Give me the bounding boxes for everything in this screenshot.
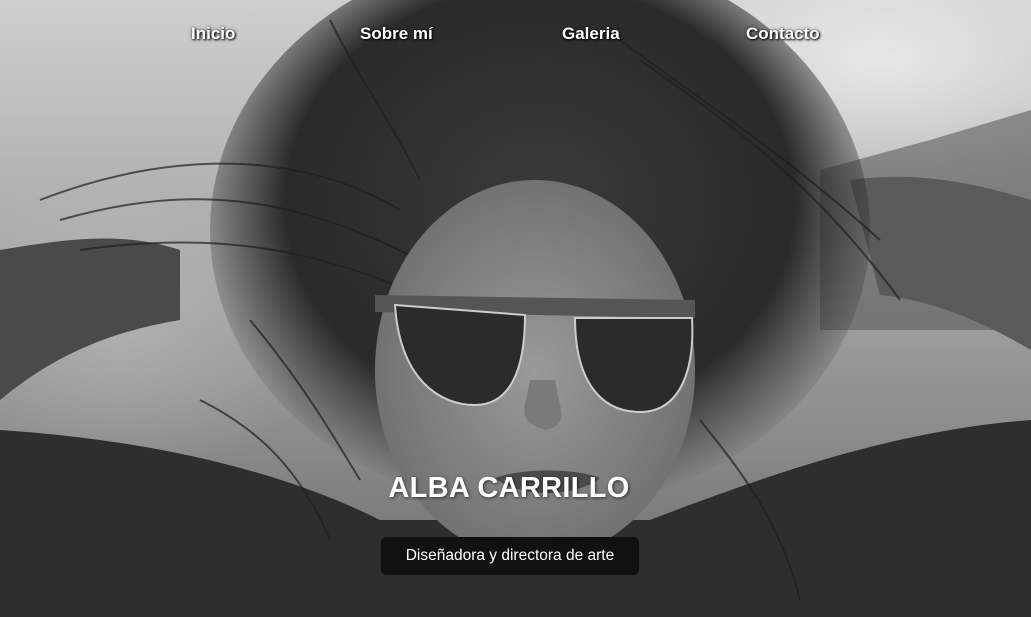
main-navigation: Inicio Sobre mí Galeria Contacto (0, 24, 1031, 52)
hero-title: ALBA CARRILLO (388, 472, 630, 504)
hero-background-photo (0, 0, 1031, 617)
hero-section: Inicio Sobre mí Galeria Contacto ALBA CA… (0, 0, 1031, 617)
nav-link-inicio[interactable]: Inicio (191, 24, 235, 44)
nav-link-sobre-mi[interactable]: Sobre mí (360, 24, 433, 44)
nav-link-galeria[interactable]: Galeria (562, 24, 620, 44)
hero-subtitle-badge: Diseñadora y directora de arte (381, 537, 639, 575)
nav-link-contacto[interactable]: Contacto (746, 24, 820, 44)
